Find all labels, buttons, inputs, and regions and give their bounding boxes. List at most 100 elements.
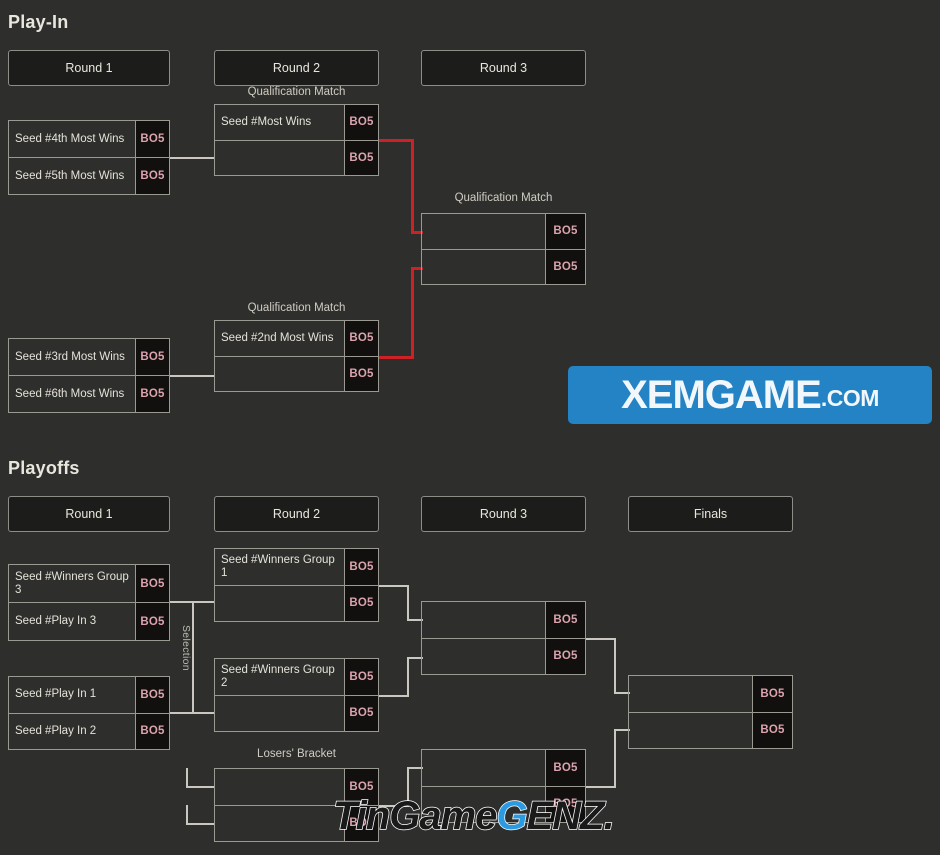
match-slot[interactable]: Seed #2nd Most Wins BO5 [215,321,378,356]
slot-team-name: Seed #Winners Group 3 [15,570,129,596]
connector-losers-top-hook [186,786,214,788]
caption-play-in-r2-m1: Qualification Match [247,86,346,98]
match-slot[interactable]: BO5 [215,694,378,732]
slot-format-badge: BO5 [344,321,378,356]
slot-team-name [215,696,344,732]
match-slot[interactable]: Seed #Most Wins BO5 [215,105,378,140]
match-slot[interactable]: Seed #6th Most Wins BO5 [9,375,169,412]
match-slot[interactable]: Seed #4th Most Wins BO5 [9,121,169,157]
slot-format-badge: BO5 [135,376,169,412]
match-play-in-r1-m2[interactable]: Seed #3rd Most Wins BO5 Seed #6th Most W… [8,338,170,413]
connector-playoffs-r3m1-vertical [614,638,616,694]
slot-format-badge: BO5 [545,249,585,284]
watermark-xemgame-suffix: .COM [820,384,880,411]
connector-playoffs-r2m2-vertical [407,657,409,697]
slot-team-name [629,676,752,712]
playoffs-round-header-2[interactable]: Round 2 [214,496,379,532]
section-title-play-in: Play-In [8,12,69,32]
connector-playoffs-r3m2-vertical [614,729,616,788]
connector-red-r2m2-vertical [411,267,414,359]
match-slot[interactable]: BO5 [422,248,585,285]
slot-format-badge: BO5 [135,677,169,713]
slot-team-name: Seed #Play In 1 [15,688,97,701]
match-playoffs-r2-m1[interactable]: Seed #Winners Group 1 BO5 BO5 [214,548,379,622]
match-slot[interactable]: BO5 [215,584,378,622]
slot-team-name [422,639,545,675]
playoffs-round-header-1[interactable]: Round 1 [8,496,170,532]
match-slot[interactable]: Seed #Winners Group 2 BO5 [215,659,378,695]
slot-format-badge: BO5 [545,750,585,786]
playoffs-round-header-3[interactable]: Round 3 [421,496,586,532]
match-playoffs-finals[interactable]: BO5 BO5 [628,675,793,749]
slot-team-name [422,750,545,786]
match-playoffs-r2-m2[interactable]: Seed #Winners Group 2 BO5 BO5 [214,658,379,732]
match-play-in-r3-m1[interactable]: BO5 BO5 [421,213,586,285]
match-slot[interactable]: Seed #3rd Most Wins BO5 [9,339,169,375]
match-playoffs-r1-m2[interactable]: Seed #Play In 1 BO5 Seed #Play In 2 BO5 [8,676,170,750]
slot-format-badge: BO5 [344,140,378,175]
slot-format-badge: BO5 [135,121,169,157]
slot-format-badge: BO5 [344,356,378,391]
match-play-in-r1-m1[interactable]: Seed #4th Most Wins BO5 Seed #5th Most W… [8,120,170,195]
slot-format-badge: BO5 [344,659,378,695]
match-slot[interactable]: BO5 [422,602,585,638]
match-slot[interactable]: BO5 [422,214,585,249]
slot-format-badge: BO5 [545,638,585,674]
slot-team-name [215,586,344,622]
slot-team-name: Seed #4th Most Wins [15,132,125,145]
slot-team-name: Seed #6th Most Wins [15,387,125,400]
connector-play-in-r1m1-to-r2m1 [170,157,214,159]
play-in-round-header-2[interactable]: Round 2 [214,50,379,86]
connector-playoffs-r2m1-vertical [407,585,409,621]
slot-team-name: Seed #Winners Group 2 [221,663,335,689]
slot-format-badge: BO5 [344,585,378,621]
caption-play-in-r3-m1: Qualification Match [454,192,553,204]
match-slot[interactable]: Seed #Winners Group 1 BO5 [215,549,378,585]
match-slot[interactable]: BO5 [629,711,792,748]
play-in-round-header-1[interactable]: Round 1 [8,50,170,86]
match-slot[interactable]: BO5 [422,637,585,675]
match-slot[interactable]: BO5 [629,676,792,712]
playoffs-round-header-finals[interactable]: Finals [628,496,793,532]
match-slot[interactable]: Seed #Play In 1 BO5 [9,677,169,713]
connector-playoffs-r3m2-out [586,786,616,788]
slot-format-badge: BO5 [344,695,378,731]
slot-format-badge: BO5 [135,158,169,194]
watermark-tingamegenz-prefix: TinGame [332,794,498,838]
connector-playoffs-r1m1-out [170,601,194,603]
selection-label: Selection [180,625,192,671]
match-slot[interactable]: BO5 [215,139,378,175]
match-slot[interactable]: BO5 [215,355,378,392]
slot-team-name: Seed #5th Most Wins [15,169,125,182]
connector-playoffs-r2m2-out [379,695,409,697]
match-slot[interactable]: Seed #Winners Group 3 BO5 [9,565,169,602]
connector-losers-top-hook-vertical [186,768,188,788]
match-slot[interactable]: Seed #Play In 2 BO5 [9,712,169,749]
match-play-in-r2-m1[interactable]: Seed #Most Wins BO5 BO5 [214,104,379,176]
watermark-xemgame: XEMGAME .COM [568,366,932,424]
play-in-round-header-3[interactable]: Round 3 [421,50,586,86]
bracket-canvas: Play-In Round 1 Round 2 Round 3 Seed #4t… [0,0,940,855]
connector-red-r2m1-vertical [411,139,414,234]
slot-team-name [215,357,344,392]
slot-format-badge: BO5 [752,676,792,712]
watermark-xemgame-main: XEMGAME [621,373,822,417]
connector-selection-to-r2m1 [192,601,214,603]
match-slot[interactable]: Seed #Play In 3 BO5 [9,602,169,640]
slot-team-name [422,250,545,285]
match-slot[interactable]: BO5 [422,750,585,786]
caption-losers-bracket: Losers' Bracket [257,748,336,760]
section-title-playoffs: Playoffs [8,458,80,478]
match-slot[interactable]: Seed #5th Most Wins BO5 [9,157,169,194]
watermark-tingamegenz-suffix: ENZ. [526,794,616,838]
slot-format-badge: BO5 [545,214,585,249]
match-play-in-r2-m2[interactable]: Seed #2nd Most Wins BO5 BO5 [214,320,379,392]
watermark-tingamegenz: TinGameGENZ. [332,794,616,838]
slot-format-badge: BO5 [135,713,169,749]
slot-team-name: Seed #Most Wins [221,115,312,128]
match-playoffs-r1-m1[interactable]: Seed #Winners Group 3 BO5 Seed #Play In … [8,564,170,641]
connector-playoffs-r2m1-out [379,585,409,587]
match-playoffs-r3-m1[interactable]: BO5 BO5 [421,601,586,675]
slot-team-name: Seed #3rd Most Wins [15,350,125,363]
connector-losers-bottom-hook [186,823,214,825]
